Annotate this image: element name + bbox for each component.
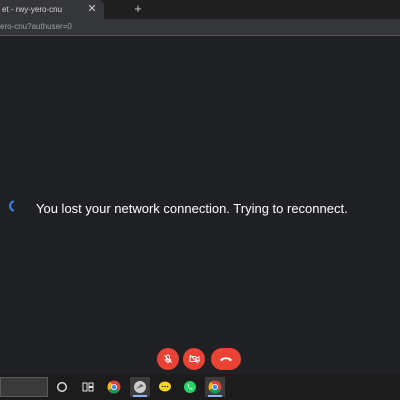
task-view-button[interactable] <box>78 377 98 397</box>
meeting-stage: You lost your network connection. Trying… <box>0 36 400 374</box>
connection-lost-message: You lost your network connection. Trying… <box>36 201 348 216</box>
mic-off-icon <box>164 354 172 364</box>
close-tab-icon[interactable]: ✕ <box>85 2 99 16</box>
tab-title: et - rwy-yero-cnu <box>2 5 63 14</box>
app-icon <box>134 381 146 393</box>
new-tab-button[interactable]: + <box>130 1 146 17</box>
hang-up-icon <box>220 357 232 362</box>
taskbar-whatsapp[interactable] <box>180 377 200 397</box>
camera-off-icon <box>189 354 199 364</box>
taskbar-chrome-active[interactable] <box>205 377 225 397</box>
task-view-icon <box>82 382 94 392</box>
browser-toolbar: ero-cnu?authuser=0 <box>0 19 400 36</box>
chrome-active-icon <box>208 380 222 394</box>
microphone-off-button[interactable] <box>157 348 179 370</box>
taskbar <box>0 374 400 400</box>
cortana-icon <box>56 381 68 393</box>
chat-icon <box>159 381 171 392</box>
taskbar-app[interactable] <box>130 377 150 397</box>
whatsapp-icon <box>184 381 196 393</box>
tab-strip: et - rwy-yero-cnu ✕ + <box>0 0 400 19</box>
address-bar[interactable]: ero-cnu?authuser=0 <box>0 20 72 34</box>
camera-off-button[interactable] <box>183 348 205 370</box>
call-controls <box>0 348 400 370</box>
taskbar-chrome[interactable] <box>104 377 124 397</box>
loading-spinner-icon <box>9 200 14 212</box>
active-indicator <box>208 395 222 397</box>
cortana-button[interactable] <box>52 377 72 397</box>
taskbar-chat[interactable] <box>155 377 175 397</box>
active-tab[interactable]: et - rwy-yero-cnu ✕ <box>0 0 104 19</box>
chrome-icon <box>107 380 121 394</box>
taskbar-search-box[interactable] <box>0 377 48 397</box>
active-indicator <box>133 395 147 397</box>
leave-call-button[interactable] <box>211 348 241 370</box>
